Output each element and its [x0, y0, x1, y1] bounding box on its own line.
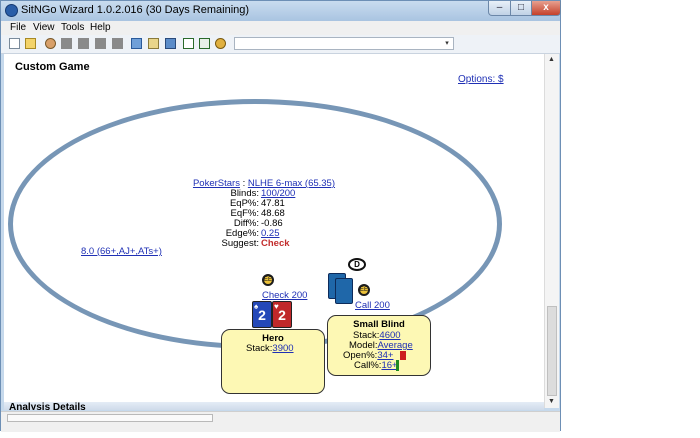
chevron-down-icon[interactable]: ▾: [442, 39, 452, 48]
chart-icon[interactable]: [183, 38, 194, 49]
app-window: SitNGo Wizard 1.0.2.016 (30 Days Remaini…: [0, 0, 561, 432]
page-title: Custom Game: [15, 61, 90, 73]
disabled-tool-icon-1[interactable]: [61, 38, 72, 49]
disabled-tool-icon-2[interactable]: [78, 38, 89, 49]
new-file-icon[interactable]: [9, 38, 20, 49]
hero-stack-value[interactable]: 3900: [272, 343, 293, 354]
call-range-bar: [396, 360, 399, 371]
analysis-details-header: Analysis Details: [9, 402, 86, 410]
scroll-down-icon[interactable]: ▼: [548, 398, 555, 405]
suggest-label: Suggest:: [221, 238, 260, 249]
small-blind-action[interactable]: Call 200: [355, 300, 390, 311]
sb-call-label: Call%:: [354, 360, 382, 371]
vertical-scrollbar[interactable]: ▲ ▼: [544, 54, 559, 408]
title-bar[interactable]: SitNGo Wizard 1.0.2.016 (30 Days Remaini…: [1, 1, 561, 21]
menu-help[interactable]: Help: [90, 22, 111, 33]
settings-gear-icon[interactable]: [45, 38, 56, 49]
status-field: [7, 414, 213, 422]
save-icon[interactable]: [165, 38, 176, 49]
hero-card-1: ♠ 2: [252, 301, 272, 328]
minimize-button[interactable]: –: [488, 1, 511, 16]
disabled-tool-icon-3[interactable]: [95, 38, 106, 49]
maximize-button[interactable]: □: [510, 1, 532, 16]
options-link[interactable]: Options: $: [458, 74, 504, 85]
hero-stack-label: Stack:: [246, 343, 273, 354]
main-content: Custom Game Options: $ PokerStars : NLHE…: [4, 54, 544, 402]
scroll-thumb[interactable]: [547, 306, 557, 396]
bet-chip-icon: EE: [358, 284, 370, 296]
close-button[interactable]: x: [531, 1, 561, 16]
disabled-tool-icon-4[interactable]: [112, 38, 123, 49]
toolbar-combo[interactable]: ▾: [234, 37, 454, 50]
toolbar: ▾: [1, 35, 560, 54]
analysis-details-panel[interactable]: Analysis Details: [4, 402, 544, 410]
tools-icon[interactable]: [215, 38, 226, 49]
menu-file[interactable]: File: [10, 22, 26, 33]
hand-stats: PokerStars : NLHE 6-max (65.35) Blinds: 1…: [154, 179, 374, 249]
scroll-up-icon[interactable]: ▲: [548, 56, 555, 63]
paste-icon[interactable]: [148, 38, 159, 49]
copy-icon[interactable]: [131, 38, 142, 49]
window-title: SitNGo Wizard 1.0.2.016 (30 Days Remaini…: [21, 4, 250, 16]
status-bar: [1, 411, 560, 432]
edit-icon[interactable]: [199, 38, 210, 49]
hero-action[interactable]: Check 200: [262, 290, 307, 301]
small-blind-name: Small Blind: [353, 319, 405, 330]
open-range-bar: [400, 351, 406, 360]
app-logo-icon: [5, 4, 18, 17]
menu-tools[interactable]: Tools: [61, 22, 84, 33]
dealer-button: D: [348, 258, 366, 271]
suggest-value: Check: [261, 238, 290, 249]
menu-bar: File View Tools Help: [1, 21, 560, 35]
range-link[interactable]: 8.0 (66+,AJ+,ATs+): [81, 246, 162, 257]
open-folder-icon[interactable]: [25, 38, 36, 49]
card-back-2: [335, 278, 353, 304]
hero-seat[interactable]: Hero Stack:3900: [221, 329, 325, 394]
hero-chip-icon: EE: [262, 274, 274, 286]
menu-view[interactable]: View: [33, 22, 55, 33]
small-blind-seat[interactable]: Small Blind Stack:4600 Model:Average Ope…: [327, 315, 431, 376]
hero-card-2: ♥ 2: [272, 301, 292, 328]
